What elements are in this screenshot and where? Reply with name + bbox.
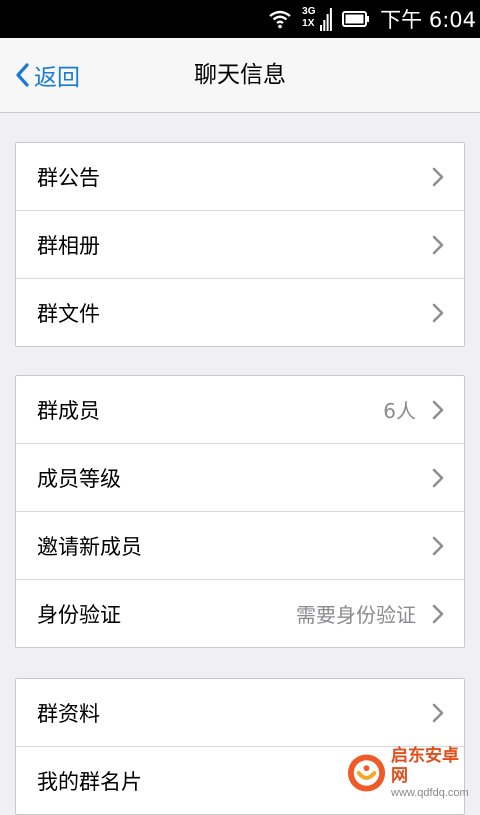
status-bar: 3G 1X 下午 6:04 bbox=[0, 0, 480, 38]
watermark: 启东安卓网 www.qdfdq.com bbox=[346, 746, 474, 799]
chevron-right-icon bbox=[432, 167, 444, 186]
watermark-url: www.qdfdq.com bbox=[391, 787, 469, 799]
network-indicator: 3G 1X bbox=[302, 5, 333, 33]
chevron-right-icon bbox=[432, 303, 444, 322]
page-title: 聊天信息 bbox=[194, 62, 286, 88]
row-label: 群成员 bbox=[37, 398, 100, 423]
group-files-row[interactable]: 群文件 bbox=[16, 278, 464, 346]
chevron-right-icon bbox=[432, 703, 444, 722]
status-bar-right: 3G 1X 下午 6:04 bbox=[268, 0, 476, 38]
status-time: 下午 6:04 bbox=[380, 8, 476, 32]
settings-group-2: 群成员 6人 成员等级 邀请新成员 身份验证 需要身份验证 bbox=[15, 375, 465, 648]
signal-icon bbox=[320, 8, 333, 31]
invite-members-row[interactable]: 邀请新成员 bbox=[16, 511, 464, 579]
group-album-row[interactable]: 群相册 bbox=[16, 210, 464, 278]
watermark-logo-icon bbox=[347, 754, 386, 792]
row-label: 邀请新成员 bbox=[37, 534, 142, 559]
chevron-right-icon bbox=[432, 536, 444, 555]
verification-status: 需要身份验证 bbox=[296, 603, 416, 627]
member-level-row[interactable]: 成员等级 bbox=[16, 443, 464, 511]
nav-bar: 返回 聊天信息 bbox=[0, 38, 480, 113]
chevron-right-icon bbox=[432, 468, 444, 487]
group-profile-row[interactable]: 群资料 bbox=[16, 679, 464, 746]
row-label: 群文件 bbox=[37, 301, 100, 326]
row-label: 群资料 bbox=[37, 701, 100, 726]
row-label: 成员等级 bbox=[37, 466, 121, 491]
row-label: 我的群名片 bbox=[37, 769, 142, 794]
row-label: 群公告 bbox=[37, 165, 100, 190]
network-type-bottom: 1X bbox=[302, 18, 315, 29]
identity-verification-row[interactable]: 身份验证 需要身份验证 bbox=[16, 579, 464, 647]
row-label: 身份验证 bbox=[37, 602, 121, 627]
chevron-right-icon bbox=[432, 400, 444, 419]
watermark-text: 启东安卓网 www.qdfdq.com bbox=[391, 746, 474, 800]
member-count: 6人 bbox=[383, 399, 416, 423]
settings-group-1: 群公告 群相册 群文件 bbox=[15, 142, 465, 347]
chevron-right-icon bbox=[432, 604, 444, 623]
network-type-top: 3G bbox=[302, 6, 316, 17]
group-members-row[interactable]: 群成员 6人 bbox=[16, 376, 464, 443]
wifi-icon bbox=[269, 10, 291, 29]
row-label: 群相册 bbox=[37, 233, 100, 258]
battery-icon bbox=[342, 11, 370, 27]
chevron-right-icon bbox=[432, 235, 444, 254]
group-notice-row[interactable]: 群公告 bbox=[16, 143, 464, 210]
watermark-title: 启东安卓网 bbox=[391, 746, 460, 786]
